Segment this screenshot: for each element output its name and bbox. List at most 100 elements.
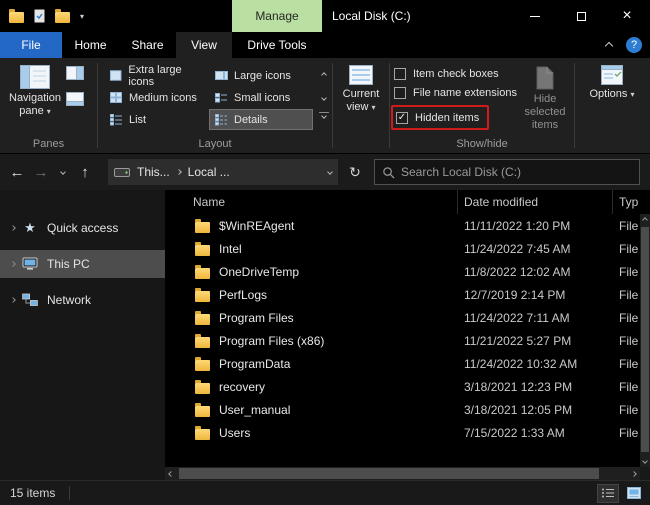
column-header-name[interactable]: Name	[165, 190, 458, 214]
file-type: File	[619, 310, 639, 325]
scroll-down-icon[interactable]	[640, 455, 650, 467]
file-row[interactable]: User_manual 3/18/2021 12:05 PM File	[165, 398, 640, 421]
scroll-left-icon[interactable]	[165, 467, 177, 480]
column-header-type[interactable]: Typ	[613, 190, 650, 214]
sidebar-item-this-pc[interactable]: This PC	[0, 250, 165, 278]
sidebar-item-network[interactable]: Network	[0, 286, 165, 314]
search-input[interactable]	[401, 165, 632, 179]
back-button[interactable]: ←	[6, 154, 28, 190]
scrollbar-corner	[640, 467, 650, 480]
vertical-scrollbar[interactable]	[640, 214, 650, 467]
layout-scroll-down-button[interactable]	[321, 89, 327, 103]
horizontal-scrollbar-thumb[interactable]	[179, 468, 599, 479]
window-controls: ×	[512, 0, 650, 32]
show-hide-group-label: Show/hide	[456, 138, 508, 150]
layout-option-large-icons[interactable]: Large icons	[209, 65, 313, 86]
recent-locations-button[interactable]	[54, 154, 72, 190]
details-view-toggle[interactable]	[597, 483, 619, 503]
layout-option-small-icons[interactable]: Small icons	[209, 87, 313, 108]
column-header-date-modified[interactable]: Date modified	[458, 190, 613, 214]
layout-scroll-up-button[interactable]	[321, 66, 327, 80]
properties-button[interactable]	[34, 9, 45, 23]
tab-file[interactable]: File	[0, 32, 62, 58]
up-button[interactable]: ↑	[74, 154, 96, 190]
medium-icons-icon	[110, 92, 122, 103]
layout-option-medium-icons[interactable]: Medium icons	[104, 87, 208, 108]
refresh-button[interactable]: ↻	[342, 159, 368, 185]
item-check-boxes-checkbox[interactable]: Item check boxes	[394, 64, 517, 83]
expander-icon[interactable]	[6, 225, 19, 231]
status-bar: 15 items	[0, 480, 650, 505]
file-date: 11/24/2022 10:32 AM	[464, 356, 578, 371]
current-view-button[interactable]: Current view ▾	[335, 62, 387, 114]
file-row[interactable]: PerfLogs 12/7/2019 2:14 PM File	[165, 283, 640, 306]
preview-pane-button[interactable]	[66, 66, 84, 83]
file-name: $WinREAgent	[219, 218, 295, 233]
breadcrumb[interactable]: This... Local ...	[108, 159, 338, 185]
tab-share[interactable]: Share	[119, 32, 176, 58]
file-row[interactable]: Intel 11/24/2022 7:45 AM File	[165, 237, 640, 260]
layout-option-extra-large-icons[interactable]: Extra large icons	[104, 64, 208, 88]
file-name: recovery	[219, 379, 266, 394]
sidebar-item-quick-access[interactable]: ★ Quick access	[0, 214, 165, 242]
layout-option-list[interactable]: List	[104, 109, 208, 130]
navigation-pane: ★ Quick access This PC Network	[0, 190, 165, 480]
tab-drive-tools[interactable]: Drive Tools	[232, 32, 322, 58]
file-row[interactable]: Users 7/15/2022 1:33 AM File	[165, 421, 640, 444]
expander-icon[interactable]	[6, 297, 19, 303]
close-button[interactable]: ×	[604, 0, 650, 32]
qat-customize-button[interactable]: ▾	[80, 12, 84, 21]
breadcrumb-root[interactable]: This...	[137, 165, 170, 179]
address-dropdown-icon[interactable]	[327, 169, 333, 175]
current-view-group: Current view ▾	[333, 58, 389, 153]
thumbnails-view-toggle[interactable]	[623, 484, 645, 503]
hide-selected-items-button[interactable]: Hide selected items	[518, 63, 572, 132]
options-icon	[601, 65, 623, 85]
properties-icon	[34, 9, 45, 23]
forward-icon: →	[33, 163, 49, 181]
maximize-button[interactable]	[558, 0, 604, 32]
file-name: Program Files	[219, 310, 294, 325]
minimize-button[interactable]	[512, 0, 558, 32]
breadcrumb-current[interactable]: Local ...	[188, 165, 230, 179]
forward-button[interactable]: →	[30, 154, 52, 190]
file-row[interactable]: Program Files (x86) 11/21/2022 5:27 PM F…	[165, 329, 640, 352]
file-name-extensions-checkbox[interactable]: File name extensions	[394, 83, 517, 102]
chevron-down-icon	[60, 169, 66, 175]
file-row[interactable]: Program Files 11/24/2022 7:11 AM File	[165, 306, 640, 329]
scroll-up-icon[interactable]	[640, 214, 650, 226]
file-name: PerfLogs	[219, 287, 268, 302]
vertical-scrollbar-thumb[interactable]	[641, 227, 649, 452]
hidden-items-highlight-box: ✓ Hidden items	[391, 105, 490, 130]
chevron-right-icon[interactable]	[175, 169, 182, 175]
file-rows: $WinREAgent 11/11/2022 1:20 PM File Inte…	[165, 214, 640, 467]
extra-large-icons-icon	[109, 70, 122, 81]
expander-icon[interactable]	[6, 261, 19, 267]
details-pane-button[interactable]	[66, 92, 84, 109]
file-row[interactable]: recovery 3/18/2021 12:23 PM File	[165, 375, 640, 398]
thumbnails-view-icon	[627, 487, 641, 499]
navigation-pane-icon	[20, 65, 50, 89]
hidden-items-checkbox[interactable]: ✓ Hidden items	[396, 108, 479, 127]
navigation-pane-button[interactable]: Navigation pane ▾	[6, 62, 64, 118]
scroll-right-icon[interactable]	[628, 467, 640, 480]
file-row[interactable]: $WinREAgent 11/11/2022 1:20 PM File	[165, 214, 640, 237]
help-button[interactable]: ?	[626, 37, 642, 53]
manage-contextual-tab[interactable]: Manage	[232, 0, 322, 32]
file-date: 3/18/2021 12:23 PM	[464, 379, 573, 394]
details-icon	[215, 114, 227, 126]
collapse-ribbon-button[interactable]	[604, 38, 614, 52]
file-row[interactable]: ProgramData 11/24/2022 10:32 AM File	[165, 352, 640, 375]
file-type: File	[619, 241, 639, 256]
item-count: 15 items	[10, 486, 56, 500]
layout-option-details[interactable]: Details	[209, 109, 313, 130]
layout-more-button[interactable]	[319, 112, 329, 119]
new-folder-button[interactable]	[55, 9, 70, 23]
options-button[interactable]: Options ▾	[586, 62, 638, 101]
tab-home[interactable]: Home	[62, 32, 119, 58]
file-row[interactable]: OneDriveTemp 11/8/2022 12:02 AM File	[165, 260, 640, 283]
tab-view[interactable]: View	[176, 32, 232, 58]
horizontal-scrollbar[interactable]	[165, 467, 640, 480]
chevron-down-icon: ▾	[630, 90, 635, 99]
column-headers: Name Date modified Typ	[165, 190, 650, 214]
